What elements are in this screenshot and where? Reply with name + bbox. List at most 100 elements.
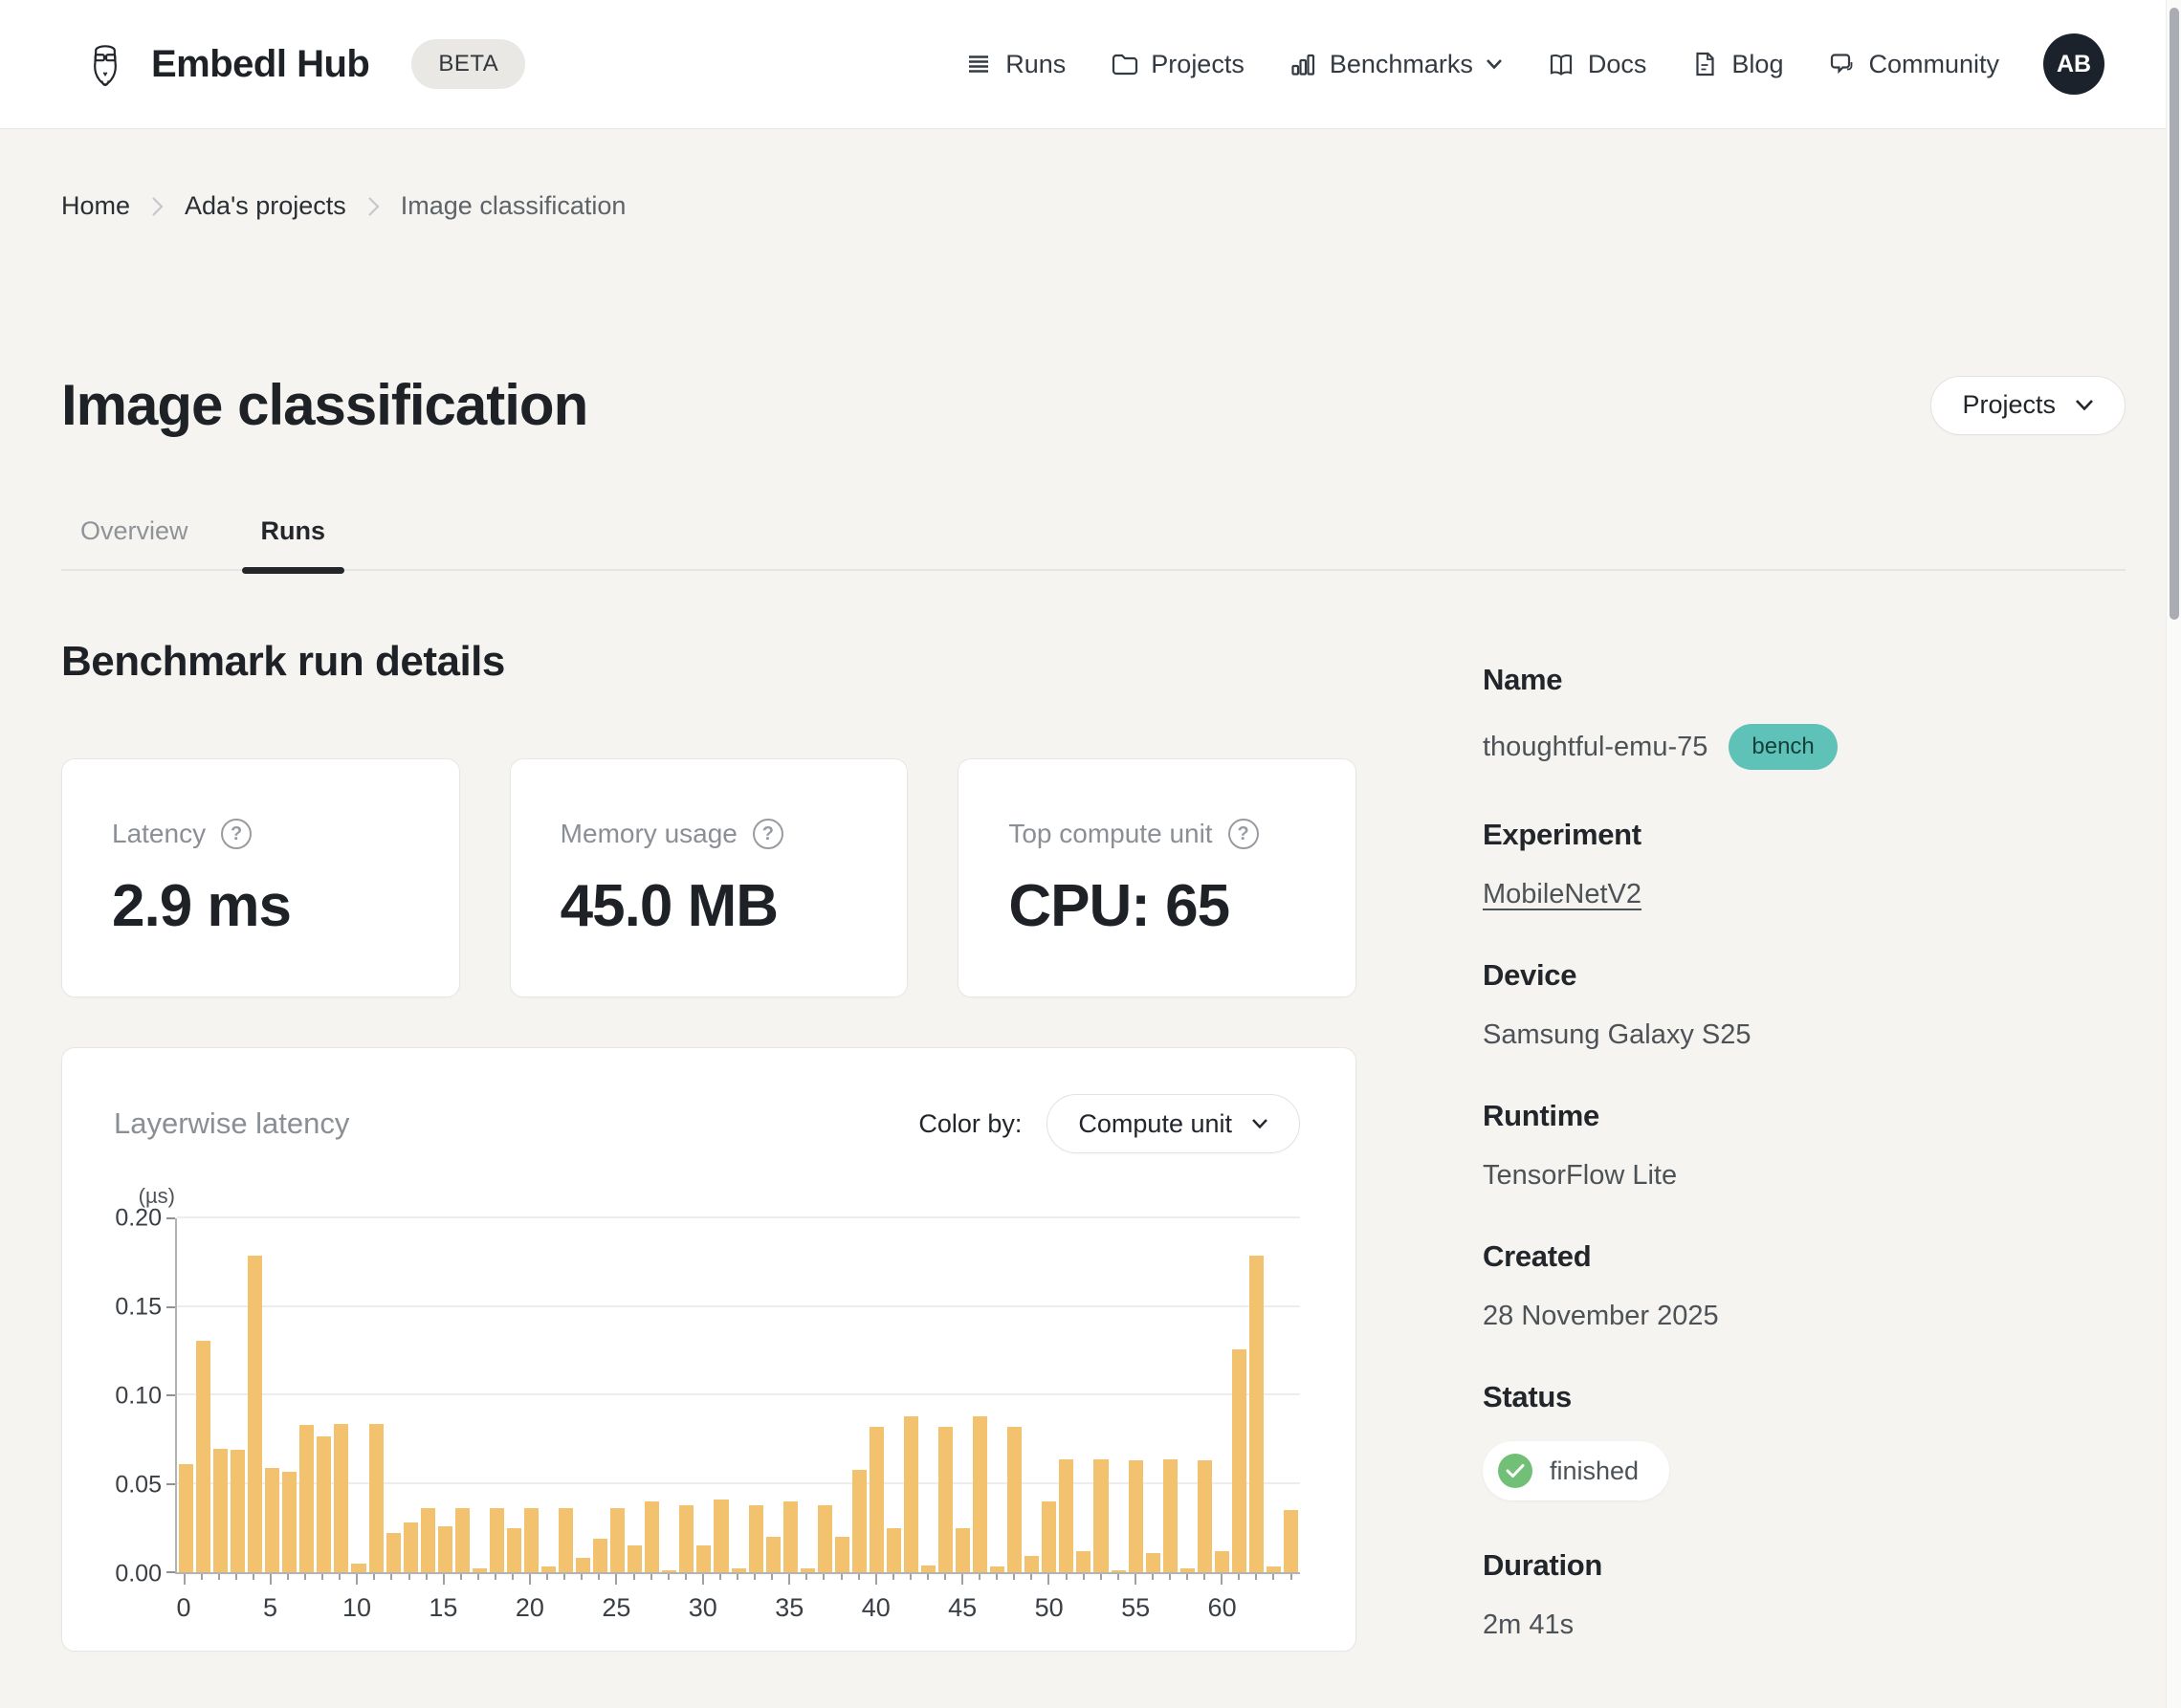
x-tick bbox=[270, 1574, 272, 1585]
bar-34[interactable] bbox=[766, 1537, 781, 1572]
help-icon[interactable]: ? bbox=[1228, 819, 1259, 849]
nav-blog[interactable]: Blog bbox=[1690, 50, 1783, 79]
x-tick bbox=[805, 1574, 807, 1580]
x-tick bbox=[390, 1574, 392, 1580]
bar-45[interactable] bbox=[956, 1528, 970, 1572]
bar-37[interactable] bbox=[818, 1505, 832, 1572]
bar-22[interactable] bbox=[559, 1508, 573, 1572]
projects-dropdown-button[interactable]: Projects bbox=[1930, 376, 2126, 435]
bar-31[interactable] bbox=[714, 1500, 728, 1572]
scrollbar-thumb[interactable] bbox=[2170, 8, 2179, 620]
breadcrumb-project[interactable]: Ada's projects bbox=[185, 191, 346, 221]
brand[interactable]: Embedl Hub BETA bbox=[80, 39, 525, 89]
bar-13[interactable] bbox=[404, 1522, 418, 1572]
bar-58[interactable] bbox=[1180, 1568, 1195, 1572]
bar-10[interactable] bbox=[351, 1564, 365, 1572]
book-icon bbox=[1547, 50, 1575, 78]
bar-26[interactable] bbox=[628, 1545, 642, 1572]
bar-28[interactable] bbox=[662, 1570, 676, 1572]
bar-36[interactable] bbox=[801, 1568, 815, 1572]
nav-docs[interactable]: Docs bbox=[1547, 50, 1647, 79]
bar-33[interactable] bbox=[749, 1505, 763, 1572]
tab-overview[interactable]: Overview bbox=[61, 516, 208, 569]
metric-label: Memory usage bbox=[561, 819, 738, 849]
bar-12[interactable] bbox=[386, 1533, 401, 1572]
y-tick-label: 0.00 bbox=[115, 1561, 162, 1588]
bar-55[interactable] bbox=[1129, 1460, 1143, 1572]
nav-benchmarks[interactable]: Benchmarks bbox=[1289, 50, 1503, 79]
bar-56[interactable] bbox=[1146, 1553, 1160, 1572]
bar-5[interactable] bbox=[265, 1468, 279, 1572]
bar-35[interactable] bbox=[783, 1501, 798, 1572]
bar-23[interactable] bbox=[576, 1558, 590, 1572]
bar-43[interactable] bbox=[921, 1566, 936, 1572]
bar-29[interactable] bbox=[679, 1505, 694, 1572]
help-icon[interactable]: ? bbox=[221, 819, 252, 849]
bar-17[interactable] bbox=[473, 1568, 487, 1572]
nav-community[interactable]: Community bbox=[1827, 50, 1999, 79]
bar-6[interactable] bbox=[282, 1472, 297, 1572]
bar-44[interactable] bbox=[938, 1427, 953, 1572]
bar-25[interactable] bbox=[610, 1508, 625, 1572]
nav-projects[interactable]: Projects bbox=[1110, 50, 1245, 79]
bar-7[interactable] bbox=[299, 1425, 314, 1572]
experiment-link[interactable]: MobileNetV2 bbox=[1483, 879, 2095, 910]
bar-32[interactable] bbox=[732, 1568, 746, 1572]
bar-46[interactable] bbox=[973, 1416, 987, 1572]
bar-57[interactable] bbox=[1163, 1459, 1178, 1572]
bar-38[interactable] bbox=[835, 1537, 849, 1572]
bar-52[interactable] bbox=[1076, 1551, 1090, 1572]
x-tick bbox=[563, 1574, 565, 1580]
bar-39[interactable] bbox=[852, 1470, 867, 1572]
x-tick bbox=[1152, 1574, 1154, 1580]
bar-19[interactable] bbox=[507, 1528, 521, 1572]
bar-0[interactable] bbox=[179, 1464, 193, 1572]
bar-59[interactable] bbox=[1198, 1460, 1212, 1572]
bar-62[interactable] bbox=[1249, 1256, 1264, 1572]
bar-3[interactable] bbox=[231, 1450, 245, 1572]
bar-21[interactable] bbox=[541, 1566, 556, 1572]
bar-64[interactable] bbox=[1284, 1510, 1298, 1572]
bar-51[interactable] bbox=[1059, 1459, 1073, 1572]
bar-63[interactable] bbox=[1267, 1566, 1281, 1572]
bar-20[interactable] bbox=[524, 1508, 539, 1572]
bar-61[interactable] bbox=[1232, 1349, 1246, 1572]
bar-49[interactable] bbox=[1024, 1556, 1039, 1572]
breadcrumb-home[interactable]: Home bbox=[61, 191, 130, 221]
bar-4[interactable] bbox=[248, 1256, 262, 1572]
bar-9[interactable] bbox=[334, 1424, 348, 1572]
bar-8[interactable] bbox=[317, 1436, 331, 1572]
bar-40[interactable] bbox=[870, 1427, 884, 1572]
help-icon[interactable]: ? bbox=[753, 819, 783, 849]
run-name: thoughtful-emu-75 bbox=[1483, 732, 1707, 763]
bar-48[interactable] bbox=[1007, 1427, 1022, 1572]
x-tick bbox=[754, 1574, 756, 1580]
bar-47[interactable] bbox=[990, 1566, 1004, 1572]
bar-42[interactable] bbox=[904, 1416, 918, 1572]
x-tick bbox=[1272, 1574, 1274, 1580]
experiment-label: Experiment bbox=[1483, 818, 2095, 852]
bar-53[interactable] bbox=[1093, 1459, 1108, 1572]
bar-30[interactable] bbox=[696, 1545, 711, 1572]
bar-1[interactable] bbox=[196, 1341, 210, 1572]
bar-54[interactable] bbox=[1112, 1570, 1126, 1572]
bar-41[interactable] bbox=[887, 1528, 901, 1572]
bar-60[interactable] bbox=[1215, 1551, 1229, 1572]
bar-50[interactable] bbox=[1042, 1501, 1056, 1572]
bar-27[interactable] bbox=[645, 1501, 659, 1572]
color-by-select[interactable]: Compute unit bbox=[1046, 1094, 1300, 1153]
bar-14[interactable] bbox=[421, 1508, 435, 1572]
bar-11[interactable] bbox=[369, 1424, 384, 1572]
tab-runs[interactable]: Runs bbox=[242, 516, 345, 569]
bar-2[interactable] bbox=[213, 1449, 228, 1573]
metric-value: CPU: 65 bbox=[1008, 872, 1308, 940]
chart-plot-area bbox=[175, 1218, 1300, 1574]
avatar[interactable]: AB bbox=[2043, 33, 2104, 95]
bar-18[interactable] bbox=[490, 1508, 504, 1572]
nav-runs[interactable]: Runs bbox=[964, 50, 1066, 79]
bar-24[interactable] bbox=[593, 1539, 607, 1572]
bar-15[interactable] bbox=[438, 1526, 452, 1572]
x-axis-ticks bbox=[175, 1574, 1300, 1586]
scrollbar[interactable] bbox=[2166, 0, 2181, 1708]
bar-16[interactable] bbox=[455, 1508, 470, 1572]
